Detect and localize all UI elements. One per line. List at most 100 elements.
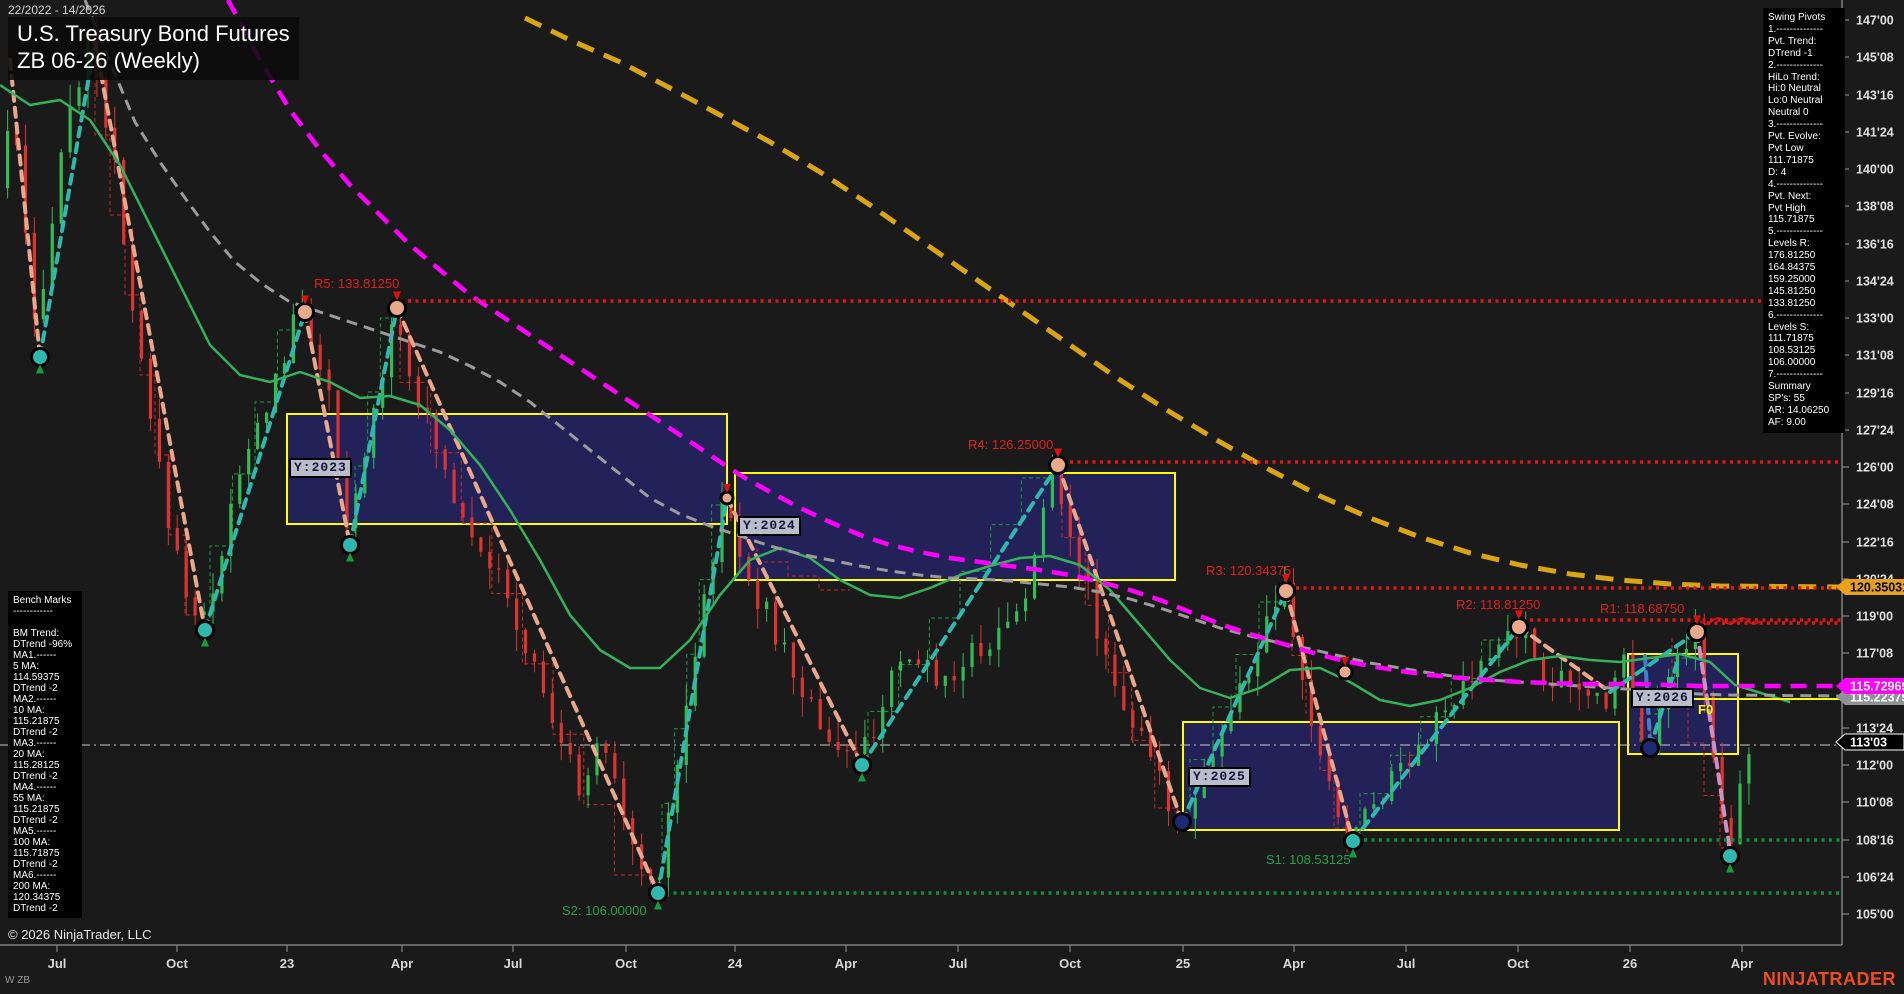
time-axis-label: Oct: [615, 956, 637, 971]
candle-body: [542, 662, 545, 693]
price-axis-label: 106'24: [1856, 871, 1894, 885]
panel-line: 145.81250: [1768, 286, 1840, 298]
panel-line: DTrend -2: [13, 727, 77, 738]
panel-line: 55 MA:: [13, 793, 77, 804]
candle-body: [1604, 693, 1607, 709]
copyright-text: © 2026 NinjaTrader, LLC: [8, 927, 152, 942]
candle-body: [569, 743, 572, 754]
f0-level-label: F0: [1698, 702, 1713, 717]
candle-body: [140, 311, 143, 359]
candle-body: [453, 470, 456, 503]
candle-body: [524, 630, 527, 653]
time-axis-label: Oct: [1507, 956, 1529, 971]
pivot-marker-high: [721, 492, 733, 504]
bench-marks-panel: Bench Marks------------ BM Trend:DTrend …: [8, 591, 82, 918]
panel-line: DTrend -96%: [13, 639, 77, 650]
panel-line: 114.59375: [13, 672, 77, 683]
panel-line: 5 MA:: [13, 661, 77, 672]
panel-line: 115.21875: [13, 804, 77, 815]
visible-date-range: 22/2022 - 14/2026: [8, 3, 105, 17]
time-axis-label: Jul: [504, 956, 523, 971]
price-axis-label: 127'24: [1856, 424, 1894, 438]
price-axis-label: 110'08: [1856, 796, 1893, 810]
panel-line: 115.28125: [13, 760, 77, 771]
candle-body: [917, 659, 920, 664]
panel-line: 106.00000: [1768, 357, 1840, 369]
price-axis-label: 134'24: [1856, 275, 1894, 289]
candle-body: [69, 106, 72, 152]
candle-body: [1113, 655, 1116, 686]
panel-line: 111.71875: [1768, 333, 1840, 345]
candle-body: [1149, 731, 1152, 757]
panel-line: SP's: 55: [1768, 393, 1840, 405]
panel-line: 115.71875: [1768, 214, 1840, 226]
candle-body: [1140, 728, 1143, 731]
candle-body: [1596, 693, 1599, 696]
candle-body: [560, 723, 563, 743]
candle-body: [1131, 710, 1134, 728]
candle-body: [979, 643, 982, 656]
candle-body: [1051, 475, 1054, 508]
candle-body: [756, 580, 759, 609]
price-axis-label: 112'00: [1856, 759, 1893, 773]
price-axis-label: 105'00: [1856, 908, 1894, 922]
candle-body: [1622, 655, 1625, 678]
panel-line: 10 MA:: [13, 705, 77, 716]
candle-body: [1399, 763, 1402, 771]
price-tag-value: 113'03: [1850, 736, 1887, 750]
price-chart-canvas[interactable]: 147'00145'08143'16141'24140'00138'08136'…: [0, 0, 1904, 994]
swing-zigzag-line: [397, 308, 658, 893]
time-axis-label: 25: [1176, 956, 1190, 971]
candle-body: [586, 775, 589, 795]
candle-body: [890, 670, 893, 706]
candle-body: [1015, 611, 1018, 621]
time-axis-label: Oct: [166, 956, 188, 971]
candle-body: [319, 345, 322, 370]
panel-line: MA6.------: [13, 870, 77, 881]
chart-title-line2: ZB 06-26 (Weekly): [17, 47, 290, 74]
chart-title: U.S. Treasury Bond Futures ZB 06-26 (Wee…: [8, 17, 299, 80]
candle-body: [783, 643, 786, 645]
panel-line: AR: 14.06250: [1768, 405, 1840, 417]
panel-line: MA4.------: [13, 782, 77, 793]
candle-body: [1435, 712, 1438, 744]
candle-body: [1024, 598, 1027, 611]
panel-line: Pvt. Evolve:: [1768, 131, 1840, 143]
pivot-marker-low: [197, 622, 214, 639]
candle-body: [970, 643, 973, 667]
level-label-R3: R3: 120.34375: [1206, 563, 1291, 578]
level-label-R1: R1: 118.68750: [1600, 601, 1684, 616]
level-label-R2: R2: 118.81250: [1456, 597, 1540, 612]
panel-line: 108.53125: [1768, 345, 1840, 357]
pivot-marker-low: [854, 757, 871, 774]
candle-body: [845, 750, 848, 751]
candle-body: [1122, 686, 1125, 710]
panel-line: Pvt. Next:: [1768, 191, 1840, 203]
candle-body: [1078, 537, 1081, 568]
panel-line: BM Trend:: [13, 628, 77, 639]
panel-line: DTrend -2: [13, 683, 77, 694]
panel-line: Pvt High: [1768, 203, 1840, 215]
candle-body: [1006, 622, 1009, 628]
candle-body: [158, 419, 161, 462]
candle-body: [997, 628, 1000, 650]
trailing-step-line: [95, 55, 200, 615]
candle-body: [1417, 745, 1420, 766]
panel-line: 7.--------------: [1768, 369, 1840, 381]
candle-body: [1747, 754, 1750, 783]
pivot-marker-navy: [1642, 740, 1659, 757]
panel-line: Pvt. Trend:: [1768, 36, 1840, 48]
pivot-marker-high: [1338, 665, 1352, 679]
price-axis-label: 131'08: [1856, 349, 1894, 363]
candle-body: [1533, 629, 1536, 658]
panel-line: DTrend -2: [13, 859, 77, 870]
candle-body: [1194, 798, 1197, 819]
panel-line: 2.--------------: [1768, 60, 1840, 72]
candle-body: [988, 650, 991, 656]
candle-body: [194, 597, 197, 615]
panel-line: MA3.------: [13, 738, 77, 749]
candle-body: [792, 643, 795, 678]
candle-body: [962, 667, 965, 681]
candle-body: [1471, 681, 1474, 682]
time-axis-label: Apr: [835, 956, 857, 971]
